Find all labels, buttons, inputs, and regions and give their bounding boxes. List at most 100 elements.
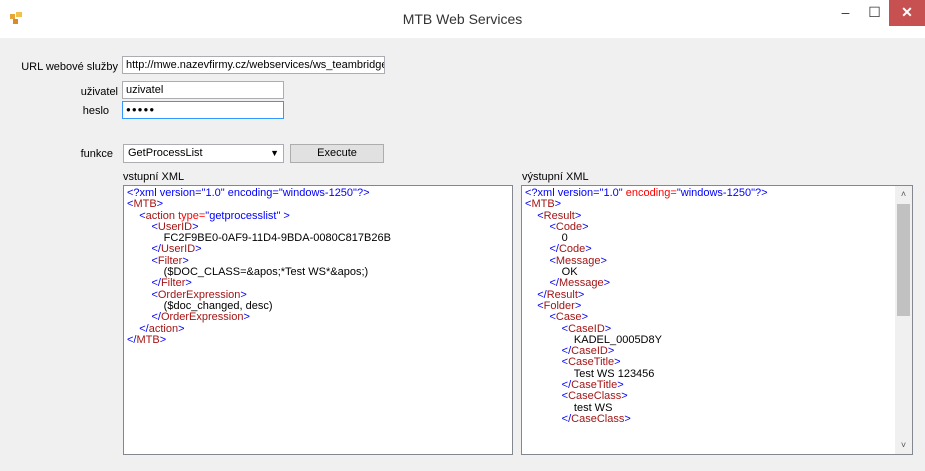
xml-token: > <box>156 198 164 211</box>
xml-token: < <box>127 209 146 222</box>
xml-token: > <box>195 243 202 256</box>
xml-line: <Message> <box>525 254 909 267</box>
xml-token: > <box>192 220 199 233</box>
function-select-value: GetProcessList <box>128 147 203 159</box>
function-select[interactable]: GetProcessList ▼ <box>123 144 284 163</box>
xml-token: > <box>280 209 290 222</box>
xml-token: > <box>574 209 582 222</box>
xml-token: type= <box>175 209 206 222</box>
url-label: URL webové služby <box>21 61 118 73</box>
url-input[interactable]: http://mwe.nazevfirmy.cz/webservices/ws_… <box>122 56 385 74</box>
title-bar: MTB Web Services – ☐ ✕ <box>0 0 925 38</box>
xml-token: Result <box>546 288 578 301</box>
password-input[interactable]: ●●●●● <box>122 101 284 119</box>
xml-token: </ <box>127 311 161 324</box>
xml-token: > <box>185 277 192 290</box>
xml-token: Message <box>558 277 604 290</box>
xml-token: </ <box>127 277 161 290</box>
xml-token: < <box>525 254 556 267</box>
chevron-down-icon: ▼ <box>270 148 279 158</box>
xml-token: UserID <box>157 220 193 233</box>
close-button[interactable]: ✕ <box>889 0 925 26</box>
minimize-button[interactable]: – <box>831 0 860 26</box>
output-xml-editor[interactable]: <?xml version="1.0" encoding="windows-12… <box>521 185 913 455</box>
xml-token: Test WS 123456 <box>525 367 655 380</box>
input-xml-editor[interactable]: <?xml version="1.0" encoding="windows-12… <box>123 185 513 455</box>
xml-line: </action> <box>127 322 509 335</box>
xml-token: encoding= <box>622 187 677 199</box>
xml-token: </ <box>525 277 559 290</box>
xml-token: </ <box>127 322 149 335</box>
xml-token: MTB <box>133 198 157 211</box>
xml-token: > <box>582 220 589 233</box>
xml-token: > <box>585 243 592 256</box>
password-label: heslo <box>82 105 109 117</box>
xml-token: 0 <box>525 232 568 245</box>
xml-token: </ <box>525 243 559 256</box>
xml-token: ($doc_changed, desc) <box>127 299 273 312</box>
xml-token: > <box>243 311 250 324</box>
xml-token: > <box>554 198 562 211</box>
xml-token: < <box>127 254 158 267</box>
scroll-up-icon[interactable]: ˄ <box>895 186 912 203</box>
xml-token: < <box>525 209 544 222</box>
xml-token: < <box>127 288 158 301</box>
xml-token: < <box>525 299 544 312</box>
xml-token: OrderExpression <box>160 311 244 324</box>
xml-token: > <box>581 311 588 324</box>
xml-token: Filter <box>157 254 183 267</box>
user-input[interactable]: uzivatel <box>122 81 284 99</box>
xml-token: > <box>182 254 189 267</box>
xml-line: </Result> <box>525 288 909 301</box>
xml-token: CaseTitle <box>571 379 618 392</box>
xml-token: < <box>525 220 556 233</box>
xml-token: test WS <box>525 401 613 414</box>
xml-token: > <box>617 379 624 392</box>
xml-token: MTB <box>136 333 160 346</box>
xml-token: > <box>240 288 247 301</box>
xml-token: ($DOC_CLASS=&apos;*Test WS*&apos;) <box>127 266 369 279</box>
xml-token: Folder <box>543 299 575 312</box>
xml-token: > <box>159 333 167 346</box>
xml-token: "windows-1250"?> <box>676 187 768 199</box>
execute-button[interactable]: Execute <box>290 144 384 163</box>
xml-token: Code <box>555 220 583 233</box>
xml-line: <Code> <box>525 220 909 233</box>
xml-token: Filter <box>160 277 186 290</box>
xml-token: </ <box>525 379 572 392</box>
xml-token: > <box>603 277 611 290</box>
xml-token: OrderExpression <box>157 288 241 301</box>
xml-token: FC2F9BE0-0AF9-11D4-9BDA-0080C817B26B <box>127 232 391 245</box>
xml-token: </ <box>525 412 572 425</box>
xml-token: > <box>577 288 585 301</box>
xml-token: KADEL_0005D8Y <box>525 333 662 346</box>
xml-token: </ <box>525 345 572 358</box>
xml-token: </ <box>525 288 547 301</box>
xml-token: <?xml version="1.0" encoding="windows-12… <box>127 187 370 199</box>
maximize-button[interactable]: ☐ <box>860 0 889 26</box>
xml-token: </ <box>127 243 161 256</box>
xml-token: > <box>178 322 185 335</box>
xml-token: > <box>614 356 621 369</box>
scroll-down-icon[interactable]: ˅ <box>895 437 912 454</box>
xml-token: > <box>624 412 631 425</box>
xml-token: CaseID <box>568 322 605 335</box>
xml-token: CaseTitle <box>568 356 615 369</box>
xml-token: Message <box>555 254 601 267</box>
xml-token: < <box>525 356 569 369</box>
xml-token: CaseID <box>571 345 608 358</box>
xml-token: <?xml version= <box>525 187 600 199</box>
scroll-thumb[interactable] <box>897 204 910 316</box>
window-title: MTB Web Services <box>402 11 523 27</box>
xml-token: CaseClass <box>568 390 622 403</box>
xml-token: > <box>621 390 628 403</box>
xml-line: <?xml version="1.0" encoding="windows-12… <box>525 187 909 199</box>
output-xml-scrollbar[interactable]: ˄ ˅ <box>895 186 912 454</box>
xml-line: </CaseClass> <box>525 412 909 425</box>
xml-token: Code <box>558 243 586 256</box>
xml-token: > <box>604 322 612 335</box>
input-xml-content: <?xml version="1.0" encoding="windows-12… <box>127 187 509 346</box>
xml-token: "getprocesslist" <box>205 209 281 222</box>
xml-token: Case <box>555 311 582 324</box>
output-xml-label: výstupní XML <box>522 171 589 183</box>
